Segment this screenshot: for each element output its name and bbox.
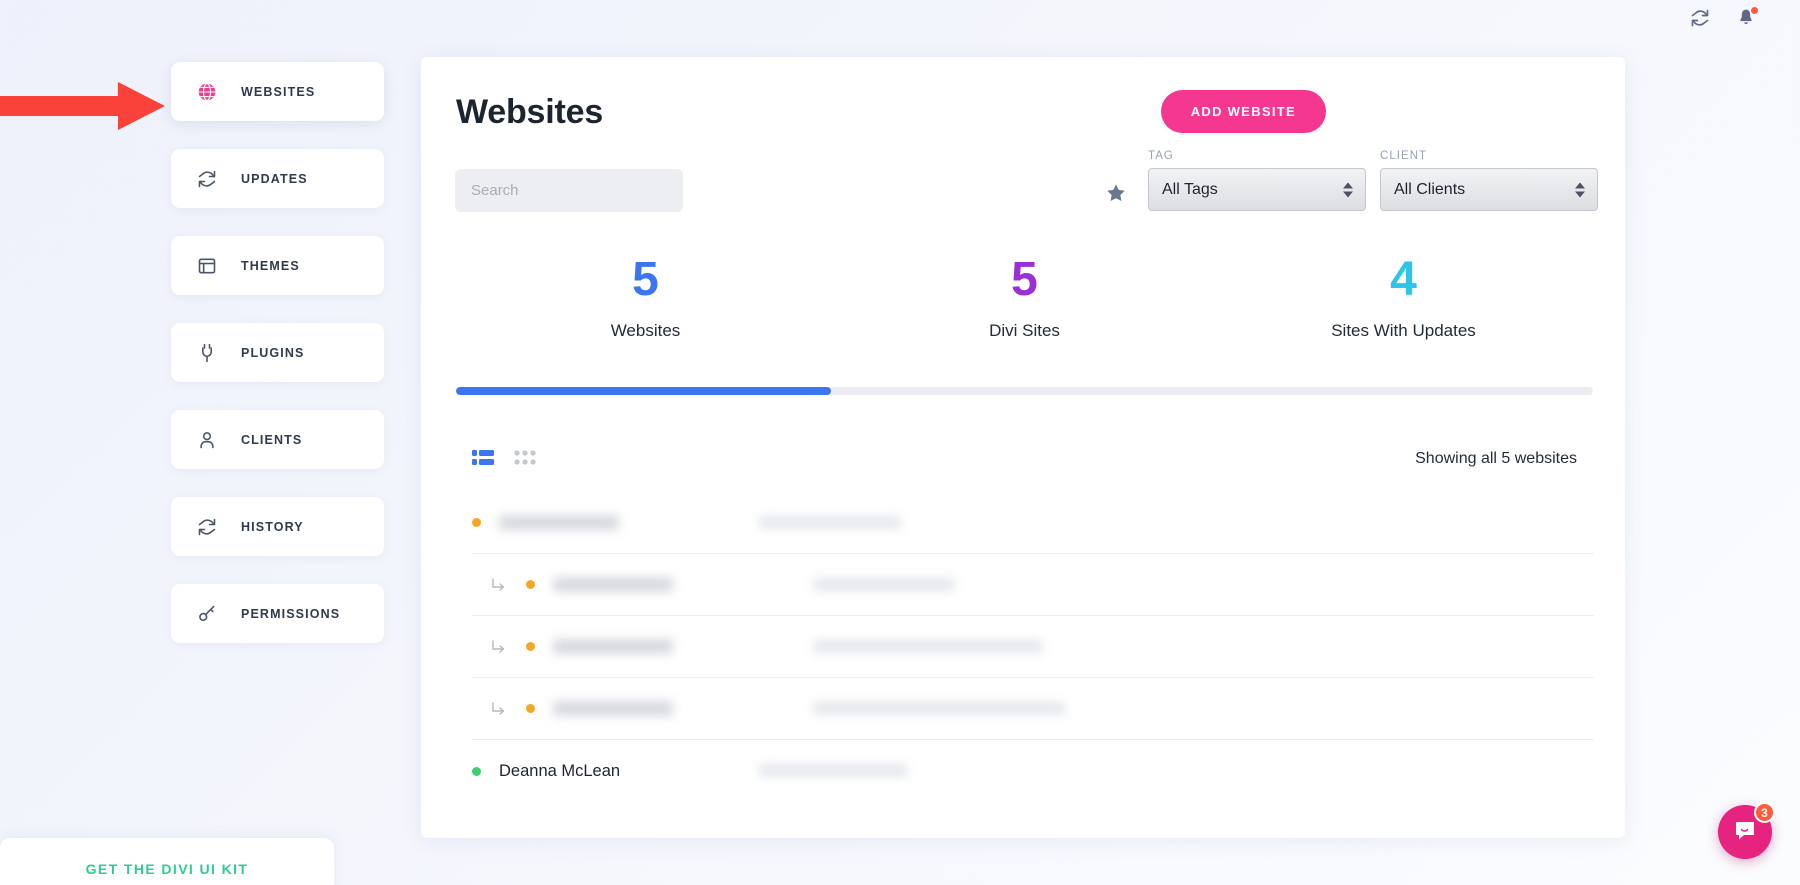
chevron-updown-icon xyxy=(1343,182,1353,197)
sidebar-item-label: CLIENTS xyxy=(241,432,303,447)
website-url xyxy=(813,576,1594,594)
website-name xyxy=(499,513,759,532)
client-select-value: All Clients xyxy=(1394,180,1466,198)
bell-icon[interactable] xyxy=(1736,7,1758,28)
sidebar-item-clients[interactable]: CLIENTS xyxy=(171,410,384,469)
sync-icon xyxy=(197,169,217,189)
stat-sites-with-updates: 4 Sites With Updates xyxy=(1214,253,1593,341)
sidebar-item-permissions[interactable]: PERMISSIONS xyxy=(171,584,384,643)
subsite-arrow-icon xyxy=(472,701,526,717)
stat-label: Websites xyxy=(610,321,681,341)
sidebar-item-label: PLUGINS xyxy=(241,345,305,360)
chevron-updown-icon xyxy=(1575,182,1585,197)
website-url xyxy=(813,638,1594,656)
progress-bar xyxy=(456,387,1593,395)
websites-table: Deanna McLean xyxy=(472,492,1594,802)
chat-unread-badge: 3 xyxy=(1754,802,1775,823)
status-badge xyxy=(526,642,535,651)
view-toggle xyxy=(472,449,536,469)
window-icon xyxy=(197,256,217,276)
stat-value: 5 xyxy=(1011,253,1038,306)
filter-client: CLIENT All Clients xyxy=(1380,150,1598,211)
sidebar-item-history[interactable]: HISTORY xyxy=(171,497,384,556)
chat-bubble-icon xyxy=(1732,818,1758,847)
table-row[interactable] xyxy=(472,492,1594,554)
stat-label: Divi Sites xyxy=(989,321,1060,341)
stat-label: Sites With Updates xyxy=(1331,321,1476,341)
progress-bar-fill xyxy=(456,387,832,395)
website-name: Deanna McLean xyxy=(499,761,621,780)
website-name xyxy=(553,575,813,594)
divi-ui-kit-promo[interactable]: GET THE DIVI UI KIT xyxy=(0,838,334,885)
user-icon xyxy=(197,430,217,450)
stats-summary: 5 Websites 5 Divi Sites 4 Sites With Upd… xyxy=(456,253,1593,341)
table-row[interactable] xyxy=(472,678,1594,740)
sync-icon xyxy=(197,517,217,537)
key-icon xyxy=(197,604,217,624)
stat-websites: 5 Websites xyxy=(456,253,835,341)
stat-value: 4 xyxy=(1390,253,1417,306)
sidebar-item-label: THEMES xyxy=(241,258,300,273)
table-row[interactable] xyxy=(472,554,1594,616)
website-url xyxy=(759,514,1594,532)
sidebar-item-label: UPDATES xyxy=(241,171,308,186)
grid-view-icon[interactable] xyxy=(514,449,536,469)
plug-icon xyxy=(197,343,217,363)
sidebar-item-updates[interactable]: UPDATES xyxy=(171,149,384,208)
website-url xyxy=(759,762,1594,780)
tag-select[interactable]: All Tags xyxy=(1148,168,1366,211)
page-title: Websites xyxy=(456,93,604,131)
status-badge xyxy=(526,580,535,589)
showing-count-text: Showing all 5 websites xyxy=(1415,450,1577,467)
add-website-button[interactable]: ADD WEBSITE xyxy=(1160,90,1326,133)
divi-ui-kit-promo-label: GET THE DIVI UI KIT xyxy=(85,861,249,877)
client-select[interactable]: All Clients xyxy=(1380,168,1598,211)
website-url xyxy=(813,700,1594,718)
table-row[interactable]: Deanna McLean xyxy=(472,740,1594,802)
sync-icon[interactable] xyxy=(1690,8,1710,28)
list-view-icon[interactable] xyxy=(472,449,494,469)
sidebar-item-label: HISTORY xyxy=(241,519,304,534)
sidebar-item-plugins[interactable]: PLUGINS xyxy=(171,323,384,382)
stat-divi-sites: 5 Divi Sites xyxy=(835,253,1214,341)
stat-value: 5 xyxy=(632,253,659,306)
list-controls: Showing all 5 websites xyxy=(472,449,1577,469)
sidebar-item-label: PERMISSIONS xyxy=(241,606,341,621)
website-name xyxy=(553,699,813,718)
subsite-arrow-icon xyxy=(472,577,526,593)
filter-tag: TAG All Tags xyxy=(1148,150,1366,211)
sidebar-item-label: WEBSITES xyxy=(241,84,316,99)
notification-dot xyxy=(1751,7,1758,14)
subsite-arrow-icon xyxy=(472,639,526,655)
filter-tag-label: TAG xyxy=(1148,150,1174,162)
table-row[interactable] xyxy=(472,616,1594,678)
status-badge xyxy=(526,704,535,713)
star-icon[interactable] xyxy=(1105,182,1127,204)
sidebar-item-websites[interactable]: WEBSITES xyxy=(171,62,384,121)
tag-select-value: All Tags xyxy=(1162,180,1218,198)
globe-icon xyxy=(197,82,217,102)
chat-widget-button[interactable]: 3 xyxy=(1718,802,1775,859)
website-name xyxy=(553,637,813,656)
annotation-arrow-icon xyxy=(0,82,165,130)
status-badge xyxy=(472,766,481,776)
sidebar-item-themes[interactable]: THEMES xyxy=(171,236,384,295)
filter-client-label: CLIENT xyxy=(1380,150,1428,162)
sidebar: WEBSITES UPDATES THEMES PLUGINS CLIENTS … xyxy=(171,62,384,671)
topbar xyxy=(0,0,1800,36)
status-badge xyxy=(472,518,481,527)
search-input[interactable] xyxy=(455,169,683,212)
